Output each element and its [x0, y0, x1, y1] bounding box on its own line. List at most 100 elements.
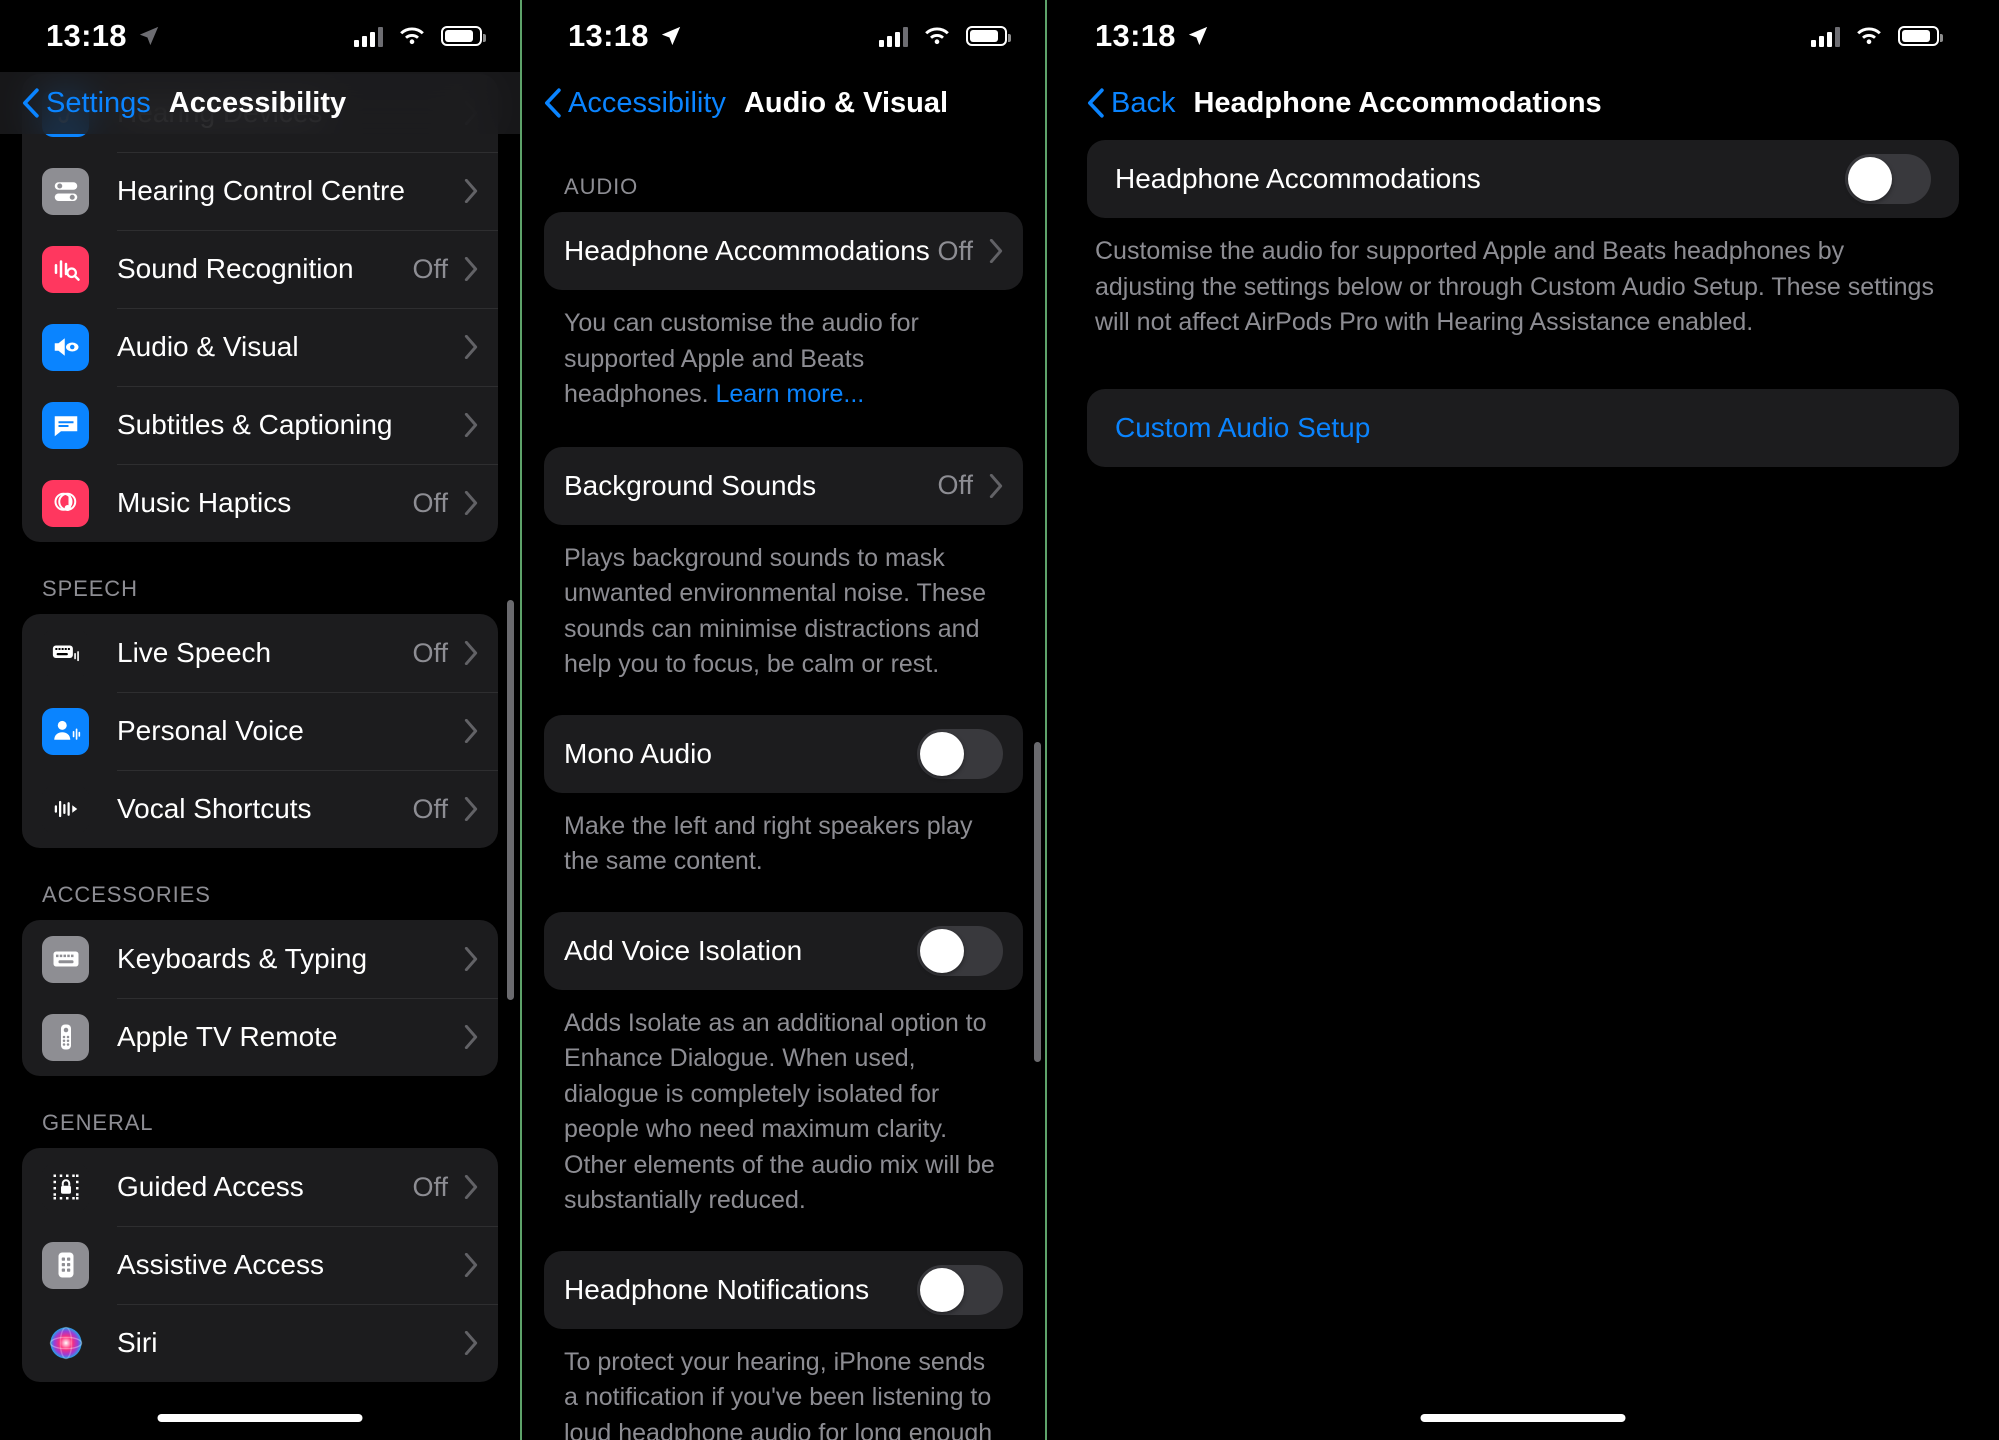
headphone-accommodations-toggle[interactable]: [1845, 154, 1931, 204]
keyboard-icon: [42, 935, 89, 983]
chevron-right-icon: [464, 179, 478, 203]
headphone-notifications-toggle[interactable]: [917, 1264, 1003, 1315]
sound-recognition-icon: [42, 245, 89, 293]
row-headphone-accommodations-toggle[interactable]: Headphone Accommodations: [1087, 140, 1959, 218]
hint-background-sounds: Plays background sounds to mask unwanted…: [564, 543, 987, 679]
battery-icon: [966, 26, 1011, 46]
subtitles-icon: [42, 401, 89, 449]
sidebar-item-apple-tv-remote[interactable]: Apple TV Remote: [22, 998, 498, 1076]
row-value: Off: [412, 793, 448, 824]
screen-accessibility: 13:18 Settings Accessibility Hearing Dev…: [0, 0, 520, 1440]
row-mono-audio[interactable]: Mono Audio: [544, 715, 1023, 793]
add-voice-isolation-toggle[interactable]: [917, 925, 1003, 976]
chevron-right-icon: [989, 239, 1003, 263]
chevron-right-icon: [464, 335, 478, 359]
sidebar-item-label: Hearing Control Centre: [117, 175, 405, 206]
row-label: Headphone Notifications: [564, 1273, 870, 1305]
cellular-bars-icon: [1811, 26, 1840, 47]
home-indicator: [157, 1414, 363, 1422]
learn-more-link[interactable]: Learn more...: [716, 380, 865, 408]
back-label: Accessibility: [568, 86, 726, 119]
home-indicator: [1420, 1414, 1626, 1422]
page-title: Audio & Visual: [743, 86, 949, 119]
sidebar-item-label: Keyboards & Typing: [117, 943, 368, 974]
apple-tv-remote-icon: [42, 1013, 89, 1061]
section-header-accessories: ACCESSORIES: [42, 882, 211, 907]
row-value: Off: [412, 1171, 448, 1202]
back-button-settings[interactable]: Settings: [22, 87, 151, 120]
back-label: Back: [1111, 86, 1176, 119]
chevron-right-icon: [464, 641, 478, 665]
group-background-sounds: Background Sounds Off: [544, 446, 1023, 525]
battery-icon: [1898, 26, 1943, 46]
sidebar-item-audio-visual[interactable]: Audio & Visual: [22, 308, 498, 386]
sidebar-item-music-haptics[interactable]: Music Haptics Off: [22, 464, 498, 542]
chevron-right-icon: [464, 413, 478, 437]
three-phone-screenshots: 13:18 Settings Accessibility Hearing Dev…: [0, 0, 1999, 1440]
sidebar-item-label: Assistive Access: [117, 1249, 324, 1280]
chevron-right-icon: [464, 257, 478, 281]
sidebar-item-assistive-access[interactable]: Assistive Access: [22, 1226, 498, 1304]
row-value: Off: [412, 253, 448, 284]
chevron-right-icon: [464, 491, 478, 515]
scrollbar-mid[interactable]: [1034, 742, 1041, 1062]
audio-visual-list[interactable]: AUDIO Headphone Accommodations Off You c…: [522, 140, 1045, 1440]
sidebar-item-hearing-control-centre[interactable]: Hearing Control Centre: [22, 152, 498, 230]
page-title: Headphone Accommodations: [1193, 86, 1602, 119]
sidebar-item-guided-access[interactable]: Guided Access Off: [22, 1148, 498, 1226]
screen-audio-visual: 13:18 Accessibility Audio & Visual AUDIO…: [520, 0, 1045, 1440]
row-background-sounds[interactable]: Background Sounds Off: [544, 447, 1023, 525]
settings-list-left[interactable]: Hearing DevicesHearing Control CentreSou…: [0, 74, 520, 1440]
sliders-icon: [42, 167, 89, 215]
section-header-speech: SPEECH: [42, 576, 138, 601]
group-mono-audio: Mono Audio: [544, 714, 1023, 793]
back-button-accessibility[interactable]: Accessibility: [544, 87, 726, 120]
status-bar-mid: 13:18: [522, 0, 1045, 72]
row-label: Add Voice Isolation: [564, 934, 803, 966]
chevron-right-icon: [464, 1253, 478, 1277]
scrollbar-left[interactable]: [507, 600, 514, 1000]
sidebar-item-label: Music Haptics: [117, 487, 292, 518]
row-headphone-notifications[interactable]: Headphone Notifications: [544, 1251, 1023, 1329]
status-left-cluster: 13:18: [46, 18, 160, 54]
group-headphone-accommodations: Headphone Accommodations Off: [544, 212, 1023, 290]
back-button[interactable]: Back: [1087, 87, 1175, 120]
sidebar-item-label: Subtitles & Captioning: [117, 409, 393, 440]
hint-headphone-accommodations: Customise the audio for supported Apple …: [1095, 237, 1934, 336]
assistive-access-icon: [42, 1241, 89, 1289]
sidebar-item-live-speech[interactable]: Live Speech Off: [22, 614, 498, 692]
group-add-voice-isolation: Add Voice Isolation: [544, 911, 1023, 990]
sidebar-item-personal-voice[interactable]: Personal Voice: [22, 692, 498, 770]
wifi-icon: [400, 27, 424, 45]
page-title: Accessibility: [168, 86, 347, 119]
mono-audio-toggle[interactable]: [917, 728, 1003, 779]
clock: 13:18: [46, 18, 127, 53]
audio-visual-icon: [42, 323, 89, 371]
sidebar-item-sound-recognition[interactable]: Sound Recognition Off: [22, 230, 498, 308]
row-value: Off: [937, 470, 973, 500]
status-right-cluster: [354, 25, 486, 47]
sidebar-item-keyboards-typing[interactable]: Keyboards & Typing: [22, 920, 498, 998]
group-custom-audio-setup: Custom Audio Setup: [1087, 388, 1959, 467]
chevron-left-icon: [22, 88, 39, 118]
section-header-general: GENERAL: [42, 1110, 154, 1135]
headphone-accommodations-list[interactable]: Headphone Accommodations Customise the a…: [1047, 140, 1999, 1440]
sidebar-item-subtitles-captioning[interactable]: Subtitles & Captioning: [22, 386, 498, 464]
row-label: Background Sounds: [564, 469, 817, 501]
row-add-voice-isolation[interactable]: Add Voice Isolation: [544, 912, 1023, 990]
status-left-cluster: 13:18: [568, 18, 682, 54]
back-label: Settings: [46, 86, 151, 119]
row-custom-audio-setup[interactable]: Custom Audio Setup: [1087, 389, 1959, 467]
vocal-shortcuts-icon: [42, 785, 89, 833]
sidebar-item-siri[interactable]: Siri: [22, 1304, 498, 1382]
group-headphone-accommodations-toggle: Headphone Accommodations: [1087, 140, 1959, 218]
sidebar-item-vocal-shortcuts[interactable]: Vocal Shortcuts Off: [22, 770, 498, 848]
personal-voice-icon: [42, 707, 89, 755]
clock: 13:18: [1095, 18, 1176, 53]
row-label: Headphone Accommodations: [564, 235, 930, 266]
section-header-audio: AUDIO: [564, 174, 639, 199]
row-value: Off: [937, 235, 973, 266]
nav-bar-right: Back Headphone Accommodations: [1047, 72, 1999, 134]
row-label: Headphone Accommodations: [1115, 163, 1481, 194]
row-headphone-accommodations[interactable]: Headphone Accommodations Off: [544, 212, 1023, 290]
